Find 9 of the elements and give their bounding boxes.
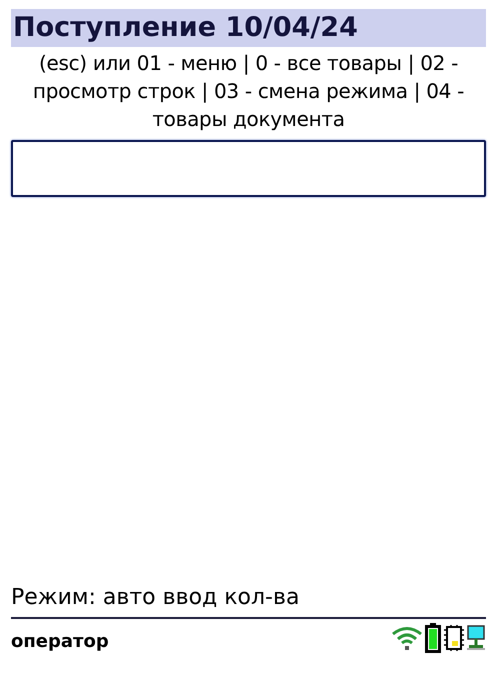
battery-icon [425,623,441,653]
mode-text: Режим: авто ввод кол-ва [11,584,300,612]
user-name: оператор [11,631,109,652]
input-field[interactable] [11,140,486,197]
wifi-icon [391,625,423,651]
screen-title: Поступление 10/04/24 [11,9,486,47]
computer-icon [467,625,485,651]
hint-text: (esc) или 01 - меню | 0 - все товары | 02 - просмотр строк | 03 - смена режима | 04 - товары документа [32,50,466,133]
chip-icon [443,624,465,652]
